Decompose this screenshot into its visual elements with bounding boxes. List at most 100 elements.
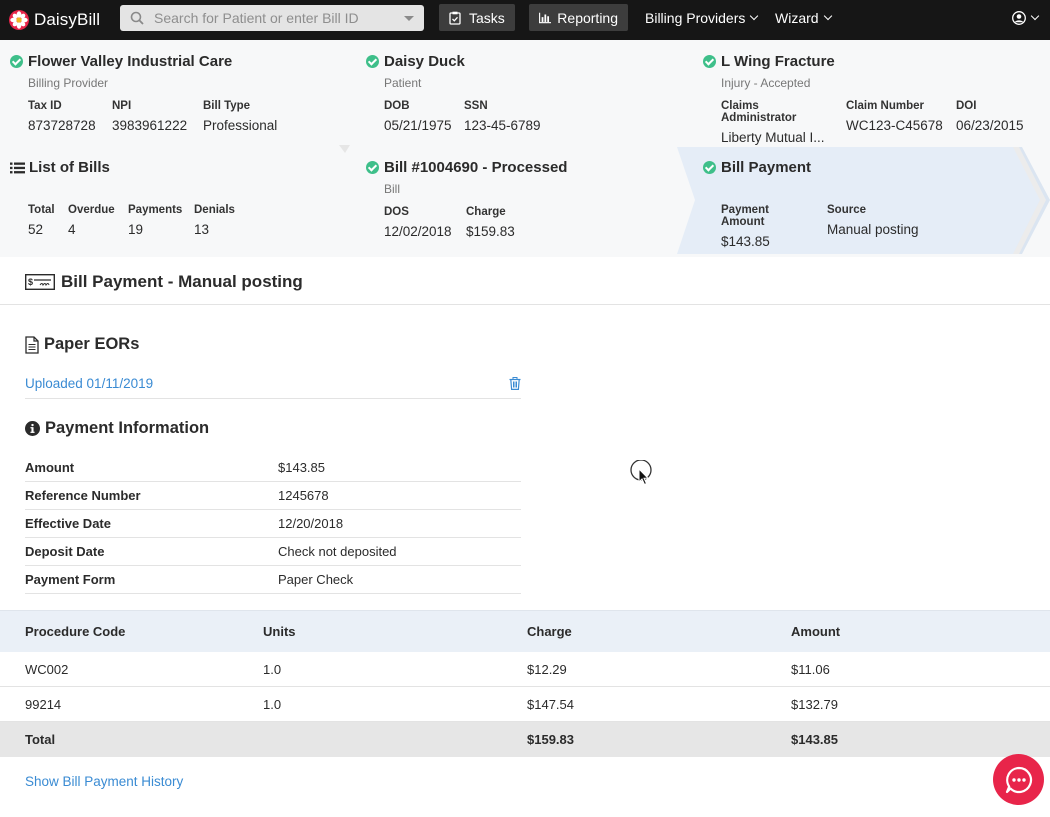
injury-status: Injury - Accepted [721, 76, 811, 90]
svg-text:$: $ [28, 277, 33, 287]
check-circle-icon [703, 161, 716, 174]
money-check-icon: $ [25, 274, 55, 290]
billing-providers-label: Billing Providers [645, 10, 746, 26]
field-value: 873728728 [28, 118, 96, 133]
info-circle-icon [25, 421, 40, 436]
field-value: 19 [128, 222, 144, 237]
bill-card[interactable]: Bill #1004690 - Processed Bill DOS 12/02/… [366, 159, 567, 239]
field-value: Liberty Mutual I... [721, 130, 825, 145]
bill-payment-title: Bill Payment [721, 159, 812, 176]
info-row: Amount $143.85 [25, 454, 521, 482]
patient-type: Patient [384, 76, 422, 90]
info-value: 1245678 [278, 488, 329, 503]
field-value: 52 [28, 222, 44, 237]
provider-card[interactable]: Flower Valley Industrial Care Billing Pr… [10, 53, 291, 133]
payment-info-title: Payment Information [45, 419, 210, 437]
info-value: 12/20/2018 [278, 516, 344, 531]
info-row: Payment Form Paper Check [25, 566, 521, 594]
field-label: DOB [384, 100, 410, 112]
field-value: 06/23/2015 [956, 118, 1024, 133]
search-box[interactable] [120, 5, 424, 31]
tasks-button[interactable]: Tasks [439, 4, 515, 31]
bar-chart-icon [539, 12, 552, 23]
trash-icon[interactable] [509, 377, 521, 390]
field-value: 3983961222 [112, 118, 188, 133]
table-row: WC002 1.0 $12.29 $11.06 [0, 652, 1050, 687]
top-nav: DaisyBill Tasks Reporting Billing Provid… [0, 0, 1050, 40]
payment-info-table: Amount $143.85 Reference Number 1245678 Ef… [25, 454, 521, 594]
daisy-logo-icon [9, 10, 29, 30]
field-label: Source [827, 204, 866, 216]
field-value: 4 [68, 222, 76, 237]
user-menu[interactable] [1012, 0, 1040, 36]
field-label: Charge [466, 206, 506, 218]
table-cell: WC002 [25, 661, 69, 677]
info-label: Payment Form [25, 572, 116, 587]
field-label: Overdue [68, 204, 115, 216]
table-cell: $147.54 [527, 696, 574, 712]
clipboard-check-icon [449, 11, 461, 25]
page-title-row: $ Bill Payment - Manual posting [25, 272, 303, 292]
logo[interactable]: DaisyBill [9, 0, 100, 40]
table-cell: Total [25, 732, 56, 747]
chat-bubble-icon [1005, 766, 1032, 793]
check-circle-icon [10, 55, 23, 68]
chat-button[interactable] [993, 754, 1044, 805]
divider [0, 304, 1050, 305]
table-total-row: Total $159.83 $143.85 [0, 722, 1050, 757]
info-value: $143.85 [278, 460, 325, 475]
column-header: Amount [791, 624, 841, 639]
bill-title: Bill #1004690 - Processed [384, 159, 568, 176]
field-value: $159.83 [466, 224, 515, 239]
field-label: Total [28, 204, 55, 216]
table-cell: $132.79 [791, 696, 838, 712]
field-label: SSN [464, 100, 488, 112]
field-label: Bill Type [203, 100, 251, 112]
table-cell: $12.29 [527, 661, 567, 677]
patient-name: Daisy Duck [384, 53, 465, 70]
wizard-menu[interactable]: Wizard [775, 0, 832, 36]
chevron-down-icon [750, 11, 759, 21]
table-row: 99214 1.0 $147.54 $132.79 [0, 687, 1050, 722]
paper-eors-heading: Paper EORs [25, 335, 139, 354]
info-value: Paper Check [278, 572, 354, 587]
billing-providers-menu[interactable]: Billing Providers [645, 0, 759, 36]
provider-name: Flower Valley Industrial Care [28, 53, 233, 70]
search-input[interactable] [154, 10, 394, 26]
search-dropdown-caret-icon[interactable] [404, 16, 414, 21]
reporting-label: Reporting [557, 9, 618, 26]
logo-text: DaisyBill [34, 10, 101, 29]
tasks-label: Tasks [469, 9, 505, 26]
bill-type: Bill [384, 182, 401, 196]
check-circle-icon [366, 161, 379, 174]
injury-name: L Wing Fracture [721, 53, 835, 70]
field-label: Claim Number [846, 100, 924, 112]
injury-card[interactable]: L Wing Fracture Injury - Accepted Claims… [703, 53, 1038, 145]
table-header-row: Procedure Code Units Charge Amount [0, 610, 1050, 652]
summary-header: Flower Valley Industrial Care Billing Pr… [0, 40, 1050, 257]
chevron-down-icon [1030, 11, 1040, 21]
field-label: Payment Amount [721, 204, 769, 228]
document-icon [25, 335, 39, 354]
reporting-button[interactable]: Reporting [529, 4, 628, 31]
list-of-bills-card[interactable]: List of Bills Total 52 Overdue 4 Payments 1… [10, 159, 249, 237]
field-value: 13 [194, 222, 210, 237]
info-row: Deposit Date Check not deposited [25, 538, 521, 566]
table-cell: $143.85 [791, 732, 838, 747]
table-cell: $159.83 [527, 732, 574, 747]
uploaded-eor-link[interactable]: Uploaded 01/11/2019 [25, 376, 153, 391]
show-payment-history-link[interactable]: Show Bill Payment History [25, 774, 183, 789]
bill-payment-card[interactable]: Bill Payment Payment Amount $143.85 Sourc… [703, 159, 933, 249]
payment-info-heading: Payment Information [25, 419, 209, 438]
field-value: 05/21/1975 [384, 118, 452, 133]
field-value: 12/02/2018 [384, 224, 452, 239]
list-of-bills-title: List of Bills [29, 159, 110, 176]
column-header: Procedure Code [25, 624, 126, 639]
patient-card[interactable]: Daisy Duck Patient DOB 05/21/1975 SSN 123-… [366, 53, 555, 133]
eor-list-item: Uploaded 01/11/2019 [25, 376, 521, 399]
table-cell: $11.06 [791, 661, 830, 677]
panel-edge [1013, 147, 1046, 254]
mouse-cursor-icon [630, 460, 652, 486]
column-header: Units [263, 624, 296, 639]
info-label: Deposit Date [25, 544, 105, 559]
